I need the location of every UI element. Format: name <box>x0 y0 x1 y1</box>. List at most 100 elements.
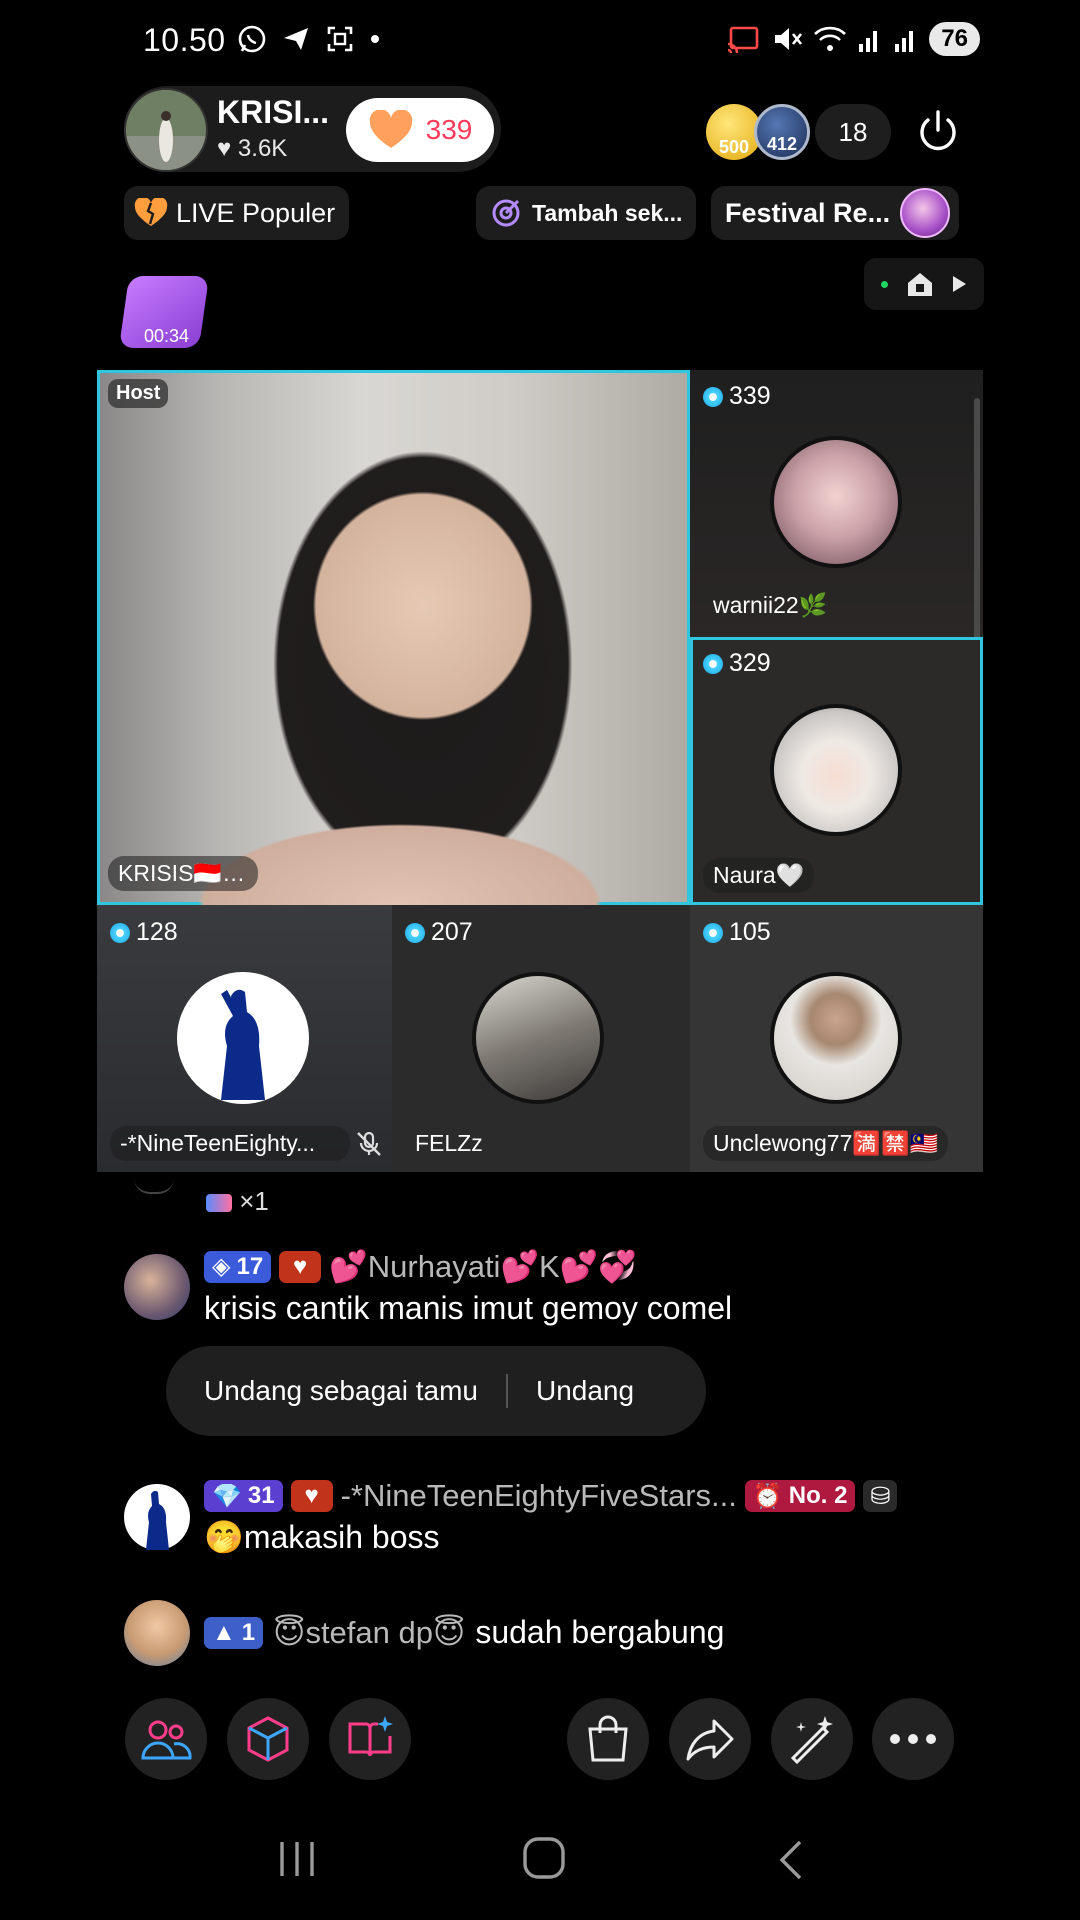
guests-button[interactable] <box>125 1698 207 1780</box>
chat-message-3-row: ▲ 1 😇stefan dp😇 sudah bergabung <box>204 1614 724 1651</box>
guest-3-avatar <box>177 972 309 1104</box>
bird-icon <box>284 28 308 50</box>
tambah-pill[interactable]: Tambah sek... <box>476 186 696 240</box>
host-likes-count: 3.6K <box>237 135 288 162</box>
guest-4-name: FELZz <box>415 1130 483 1156</box>
level-badge: 💎 31 <box>204 1480 283 1512</box>
mute-icon <box>775 28 803 50</box>
guest-3-name: -*NineTeenEighty... <box>110 1126 350 1161</box>
chat-username[interactable]: 💕Nurhayati💕K💕💞 <box>329 1248 637 1285</box>
more-dots-icon <box>890 1734 936 1744</box>
guest-5-score: 105 <box>703 918 771 947</box>
top-gifter-2[interactable]: 412 <box>754 104 810 160</box>
level-value: 31 <box>247 1482 275 1509</box>
dot-icon <box>371 35 379 43</box>
host-label: Host <box>108 379 169 408</box>
silhouette-icon <box>221 989 265 1100</box>
level-badge: ▲ 1 <box>204 1616 264 1649</box>
shopping-bag-icon <box>588 1715 628 1762</box>
grid-scrollbar[interactable] <box>974 398 980 670</box>
chat-avatar-3[interactable] <box>124 1600 190 1666</box>
divider <box>505 1374 508 1408</box>
guest-2-avatar <box>770 704 902 836</box>
share-arrow-icon <box>686 1719 734 1761</box>
guest-4-avatar <box>472 972 604 1104</box>
back-nav-icon[interactable] <box>774 1838 808 1882</box>
invite-as-guest-button[interactable]: Undang sebagai tamu <box>166 1375 478 1407</box>
level-value: 1 <box>241 1618 256 1646</box>
fan-badge-icon: ♥ <box>279 1250 322 1283</box>
home-icon <box>907 273 932 296</box>
chat-username[interactable]: -*NineTeenEightyFiveStars... <box>341 1478 737 1514</box>
shop-button[interactable] <box>567 1698 649 1780</box>
book-button[interactable] <box>329 1698 411 1780</box>
top-gifter-2-value: 412 <box>766 134 798 154</box>
host-avatar[interactable] <box>124 88 208 172</box>
tambah-label: Tambah sek... <box>532 199 683 226</box>
mini-controls[interactable] <box>864 258 984 310</box>
rank-badge: ⏰ No. 2 <box>744 1480 856 1512</box>
chat-message-text: krisis cantik manis imut gemoy comel <box>204 1290 733 1326</box>
guest-1-score: 339 <box>703 382 771 411</box>
host-avatar-image <box>126 90 206 170</box>
group-icon: ⛁ <box>863 1480 898 1512</box>
cast-icon <box>728 26 759 54</box>
join-text: sudah bergabung <box>475 1614 725 1650</box>
mic-muted-icon <box>357 1131 381 1156</box>
follow-button[interactable]: 339 <box>346 98 494 162</box>
follow-count: 339 <box>425 114 473 145</box>
level-value: 17 <box>236 1252 264 1280</box>
guest-3-score-value: 128 <box>136 918 178 946</box>
home-nav-icon[interactable] <box>522 1836 566 1880</box>
guest-1-name: warnii22🌿 <box>713 592 828 618</box>
chat-username[interactable]: 😇stefan dp😇 <box>273 1615 465 1651</box>
chat-avatar-2[interactable] <box>124 1484 190 1550</box>
diamond-icon <box>405 923 425 943</box>
status-time: 10.50 <box>143 22 226 58</box>
chat-message-text: 🤭makasih boss <box>204 1519 440 1555</box>
target-icon <box>492 199 520 227</box>
host-tile-name: KRISIS🇮🇩🇮🇩 <box>108 856 258 891</box>
share-button[interactable] <box>669 1698 751 1780</box>
diamond-icon <box>110 923 130 943</box>
people-icon <box>141 1720 192 1760</box>
whatsapp-icon <box>238 25 266 53</box>
gift-icon <box>206 1194 232 1212</box>
festival-label: Festival Re... <box>725 197 891 228</box>
level-arrow-icon: ▲ <box>212 1618 236 1646</box>
screenshot-icon <box>327 26 353 52</box>
power-icon[interactable] <box>910 104 966 160</box>
festival-pill[interactable]: Festival Re... <box>711 186 959 240</box>
wifi-icon <box>814 26 847 51</box>
guest-1-avatar <box>770 436 902 568</box>
guest-4-score-value: 207 <box>431 918 473 946</box>
guest-3-score: 128 <box>110 918 178 947</box>
partial-avatar <box>134 1178 174 1194</box>
more-button[interactable] <box>872 1698 954 1780</box>
chat-message-2-header: 💎 31 ♥ -*NineTeenEightyFiveStars... ⏰ No. … <box>204 1478 898 1514</box>
level-diamond-icon: ◈ <box>212 1253 231 1280</box>
guest-2-name: Naura🤍 <box>703 858 815 893</box>
top-gifter-1-value: 500 <box>718 137 750 157</box>
chat-avatar-1[interactable] <box>124 1254 190 1320</box>
recent-apps-icon[interactable] <box>276 1838 318 1880</box>
broken-heart-icon <box>134 198 168 226</box>
effects-button[interactable] <box>227 1698 309 1780</box>
magic-wand-icon <box>790 1716 833 1764</box>
battery-indicator: 76 <box>929 22 980 56</box>
fan-badge-icon: ♥ <box>290 1480 333 1512</box>
viewer-count[interactable]: 18 <box>815 104 891 160</box>
guest-1-score-value: 339 <box>729 382 771 410</box>
invite-button[interactable]: Undang <box>536 1375 634 1407</box>
guest-5-score-value: 105 <box>729 918 771 946</box>
chat-message-1-header: ◈ 17 ♥ 💕Nurhayati💕K💕💞 <box>204 1248 637 1285</box>
partial-gift-count: ×1 <box>239 1186 269 1216</box>
diamond-icon <box>703 654 723 674</box>
book-sparkle-icon <box>348 1716 393 1757</box>
signal-icon-2 <box>895 31 914 52</box>
magic-button[interactable] <box>771 1698 853 1780</box>
guest-5-name: Unclewong77🈵🈲🇲🇾 <box>703 1126 949 1161</box>
live-populer-pill[interactable]: LIVE Populer <box>124 186 349 240</box>
festival-badge-icon <box>900 188 951 238</box>
play-icon <box>953 276 967 292</box>
